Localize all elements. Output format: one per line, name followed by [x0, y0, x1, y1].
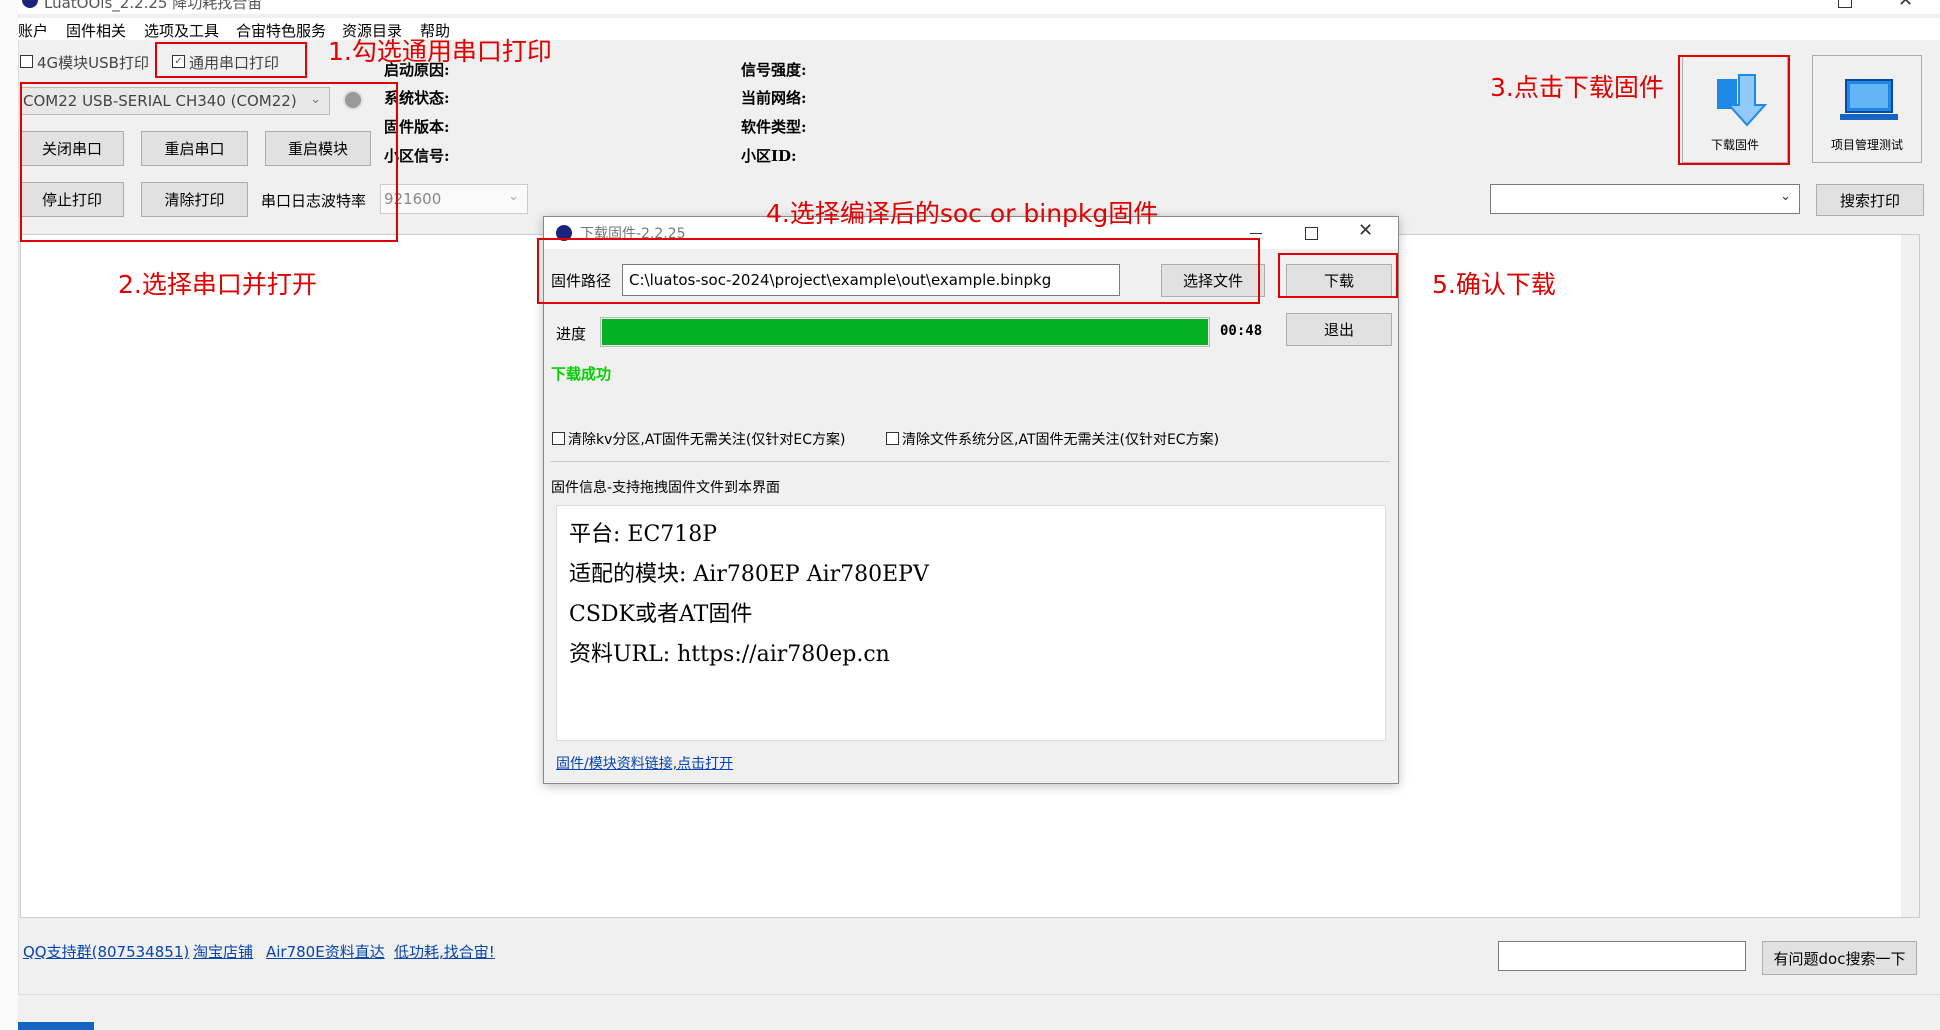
- footer-link-lowpower[interactable]: 低功耗,找合宙!: [394, 941, 495, 962]
- close-icon[interactable]: ✕: [1898, 0, 1913, 11]
- log-scrollbar[interactable]: [1901, 235, 1919, 917]
- path-input[interactable]: C:\luatos-soc-2024\project\example\out\e…: [622, 264, 1120, 296]
- menu-services[interactable]: 合宙特色服务: [236, 20, 326, 41]
- clear-kv-label: 清除kv分区,AT固件无需关注(仅针对EC方案): [568, 432, 846, 448]
- current-network-label: 当前网络:: [741, 89, 807, 107]
- annotation-step-1: 1.勾选通用串口打印: [328, 37, 552, 66]
- download-firmware-button[interactable]: 下载固件: [1682, 55, 1788, 163]
- footer-link-taobao[interactable]: 淘宝店铺: [193, 941, 253, 962]
- menu-account[interactable]: 账户: [18, 20, 48, 41]
- chevron-down-icon: ⌄: [310, 92, 321, 107]
- maximize-icon[interactable]: [1305, 227, 1318, 240]
- menu-options[interactable]: 选项及工具: [144, 20, 219, 41]
- signal-strength-label: 信号强度:: [741, 61, 807, 79]
- fw-version-label: 固件版本:: [384, 118, 450, 136]
- port-select-value: COM22 USB-SERIAL CH340 (COM22): [23, 92, 297, 110]
- refresh-icon[interactable]: [343, 90, 363, 110]
- doc-search-input[interactable]: [1498, 941, 1746, 971]
- close-icon[interactable]: ✕: [1358, 220, 1373, 241]
- title-bar: LuatOOls_2.2.25 降功耗找合宙 ✕: [18, 0, 1940, 14]
- footer-link-qq[interactable]: QQ支持群(807534851): [23, 941, 189, 962]
- menu-bar: 账户 固件相关 选项及工具 合宙特色服务 资源目录 帮助: [18, 18, 1940, 40]
- minimize-icon[interactable]: [1250, 233, 1262, 234]
- clear-kv-checkbox[interactable]: [552, 432, 565, 445]
- baud-select[interactable]: 921600 ⌄: [380, 184, 528, 214]
- usb-print-checkbox[interactable]: [20, 55, 33, 68]
- project-test-label: 项目管理测试: [1830, 138, 1903, 152]
- chevron-down-icon: ⌄: [508, 189, 519, 204]
- cell-id-label: 小区ID:: [741, 147, 797, 165]
- info-line: 适配的模块: Air780EP Air780EPV: [569, 562, 929, 587]
- clear-fs-label: 清除文件系统分区,AT固件无需关注(仅针对EC方案): [902, 432, 1220, 448]
- menu-firmware[interactable]: 固件相关: [66, 20, 126, 41]
- cell-signal-label: 小区信号:: [384, 147, 450, 165]
- progress-time: 00:48: [1220, 323, 1263, 339]
- dialog-divider: [550, 461, 1390, 462]
- path-value: C:\luatos-soc-2024\project\example\out\e…: [629, 271, 1052, 289]
- stop-print-button[interactable]: 停止打印: [20, 182, 124, 217]
- annotation-step-5: 5.确认下载: [1432, 270, 1556, 299]
- footer-link-air780e[interactable]: Air780E资料直达: [266, 941, 385, 962]
- clear-fs-checkbox[interactable]: [886, 432, 899, 445]
- exit-button[interactable]: 退出: [1286, 313, 1392, 346]
- serial-print-label: 通用串口打印: [189, 54, 280, 72]
- system-status-label: 系统状态:: [384, 89, 450, 107]
- annotation-step-4: 4.选择编译后的soc or binpkg固件: [766, 199, 1159, 228]
- status-bar: [18, 994, 1940, 1025]
- chevron-down-icon: ⌄: [1780, 189, 1791, 204]
- clear-print-button[interactable]: 清除打印: [141, 182, 248, 217]
- download-status: 下载成功: [551, 365, 612, 383]
- software-type-label: 软件类型:: [741, 118, 807, 136]
- download-dialog: 下载固件-2.2.25 ✕ 固件路径 C:\luatos-soc-2024\pr…: [543, 216, 1399, 784]
- maximize-icon[interactable]: [1838, 0, 1852, 8]
- download-button[interactable]: 下载: [1286, 264, 1392, 297]
- info-line: 平台: EC718P: [569, 522, 718, 547]
- taskbar-item: [18, 1022, 94, 1030]
- search-print-button[interactable]: 搜索打印: [1816, 184, 1924, 216]
- serial-print-checkbox[interactable]: ✓: [172, 55, 185, 68]
- annotation-step-3: 3.点击下载固件: [1490, 73, 1664, 102]
- project-test-button[interactable]: 项目管理测试: [1812, 55, 1922, 163]
- left-edge-strip: [0, 0, 19, 1030]
- restart-module-button[interactable]: 重启模块: [265, 131, 371, 166]
- laptop-icon: [1840, 79, 1898, 120]
- firmware-info-box: 平台: EC718P 适配的模块: Air780EP Air780EPV CSD…: [556, 505, 1386, 741]
- port-select[interactable]: COM22 USB-SERIAL CH340 (COM22) ⌄: [20, 87, 330, 115]
- info-header: 固件信息-支持拖拽固件文件到本界面: [551, 480, 781, 496]
- baud-value: 921600: [384, 190, 442, 208]
- firmware-link[interactable]: 固件/模块资料链接,点击打开: [556, 753, 733, 773]
- annotation-step-2: 2.选择串口并打开: [118, 270, 317, 299]
- progress-fill: [602, 319, 1208, 345]
- dialog-title: 下载固件-2.2.25: [580, 226, 686, 242]
- window-title: LuatOOls_2.2.25 降功耗找合宙: [44, 0, 263, 12]
- info-line: 资料URL: https://air780ep.cn: [569, 642, 890, 667]
- download-icon: [1717, 74, 1767, 127]
- progress-bar: [600, 317, 1210, 347]
- app-logo-icon: [22, 0, 38, 8]
- dialog-logo-icon: [556, 225, 572, 241]
- baud-label: 串口日志波特率: [261, 192, 367, 210]
- download-firmware-label: 下载固件: [1710, 138, 1759, 152]
- path-label: 固件路径: [551, 272, 612, 290]
- usb-print-label: 4G模块USB打印: [37, 54, 149, 72]
- choose-file-button[interactable]: 选择文件: [1161, 264, 1265, 297]
- restart-port-button[interactable]: 重启串口: [141, 131, 248, 166]
- doc-search-button[interactable]: 有问题doc搜索一下: [1762, 941, 1917, 975]
- progress-label: 进度: [556, 325, 587, 343]
- close-port-button[interactable]: 关闭串口: [20, 131, 124, 166]
- info-line: CSDK或者AT固件: [569, 602, 753, 627]
- search-select[interactable]: ⌄: [1490, 184, 1800, 214]
